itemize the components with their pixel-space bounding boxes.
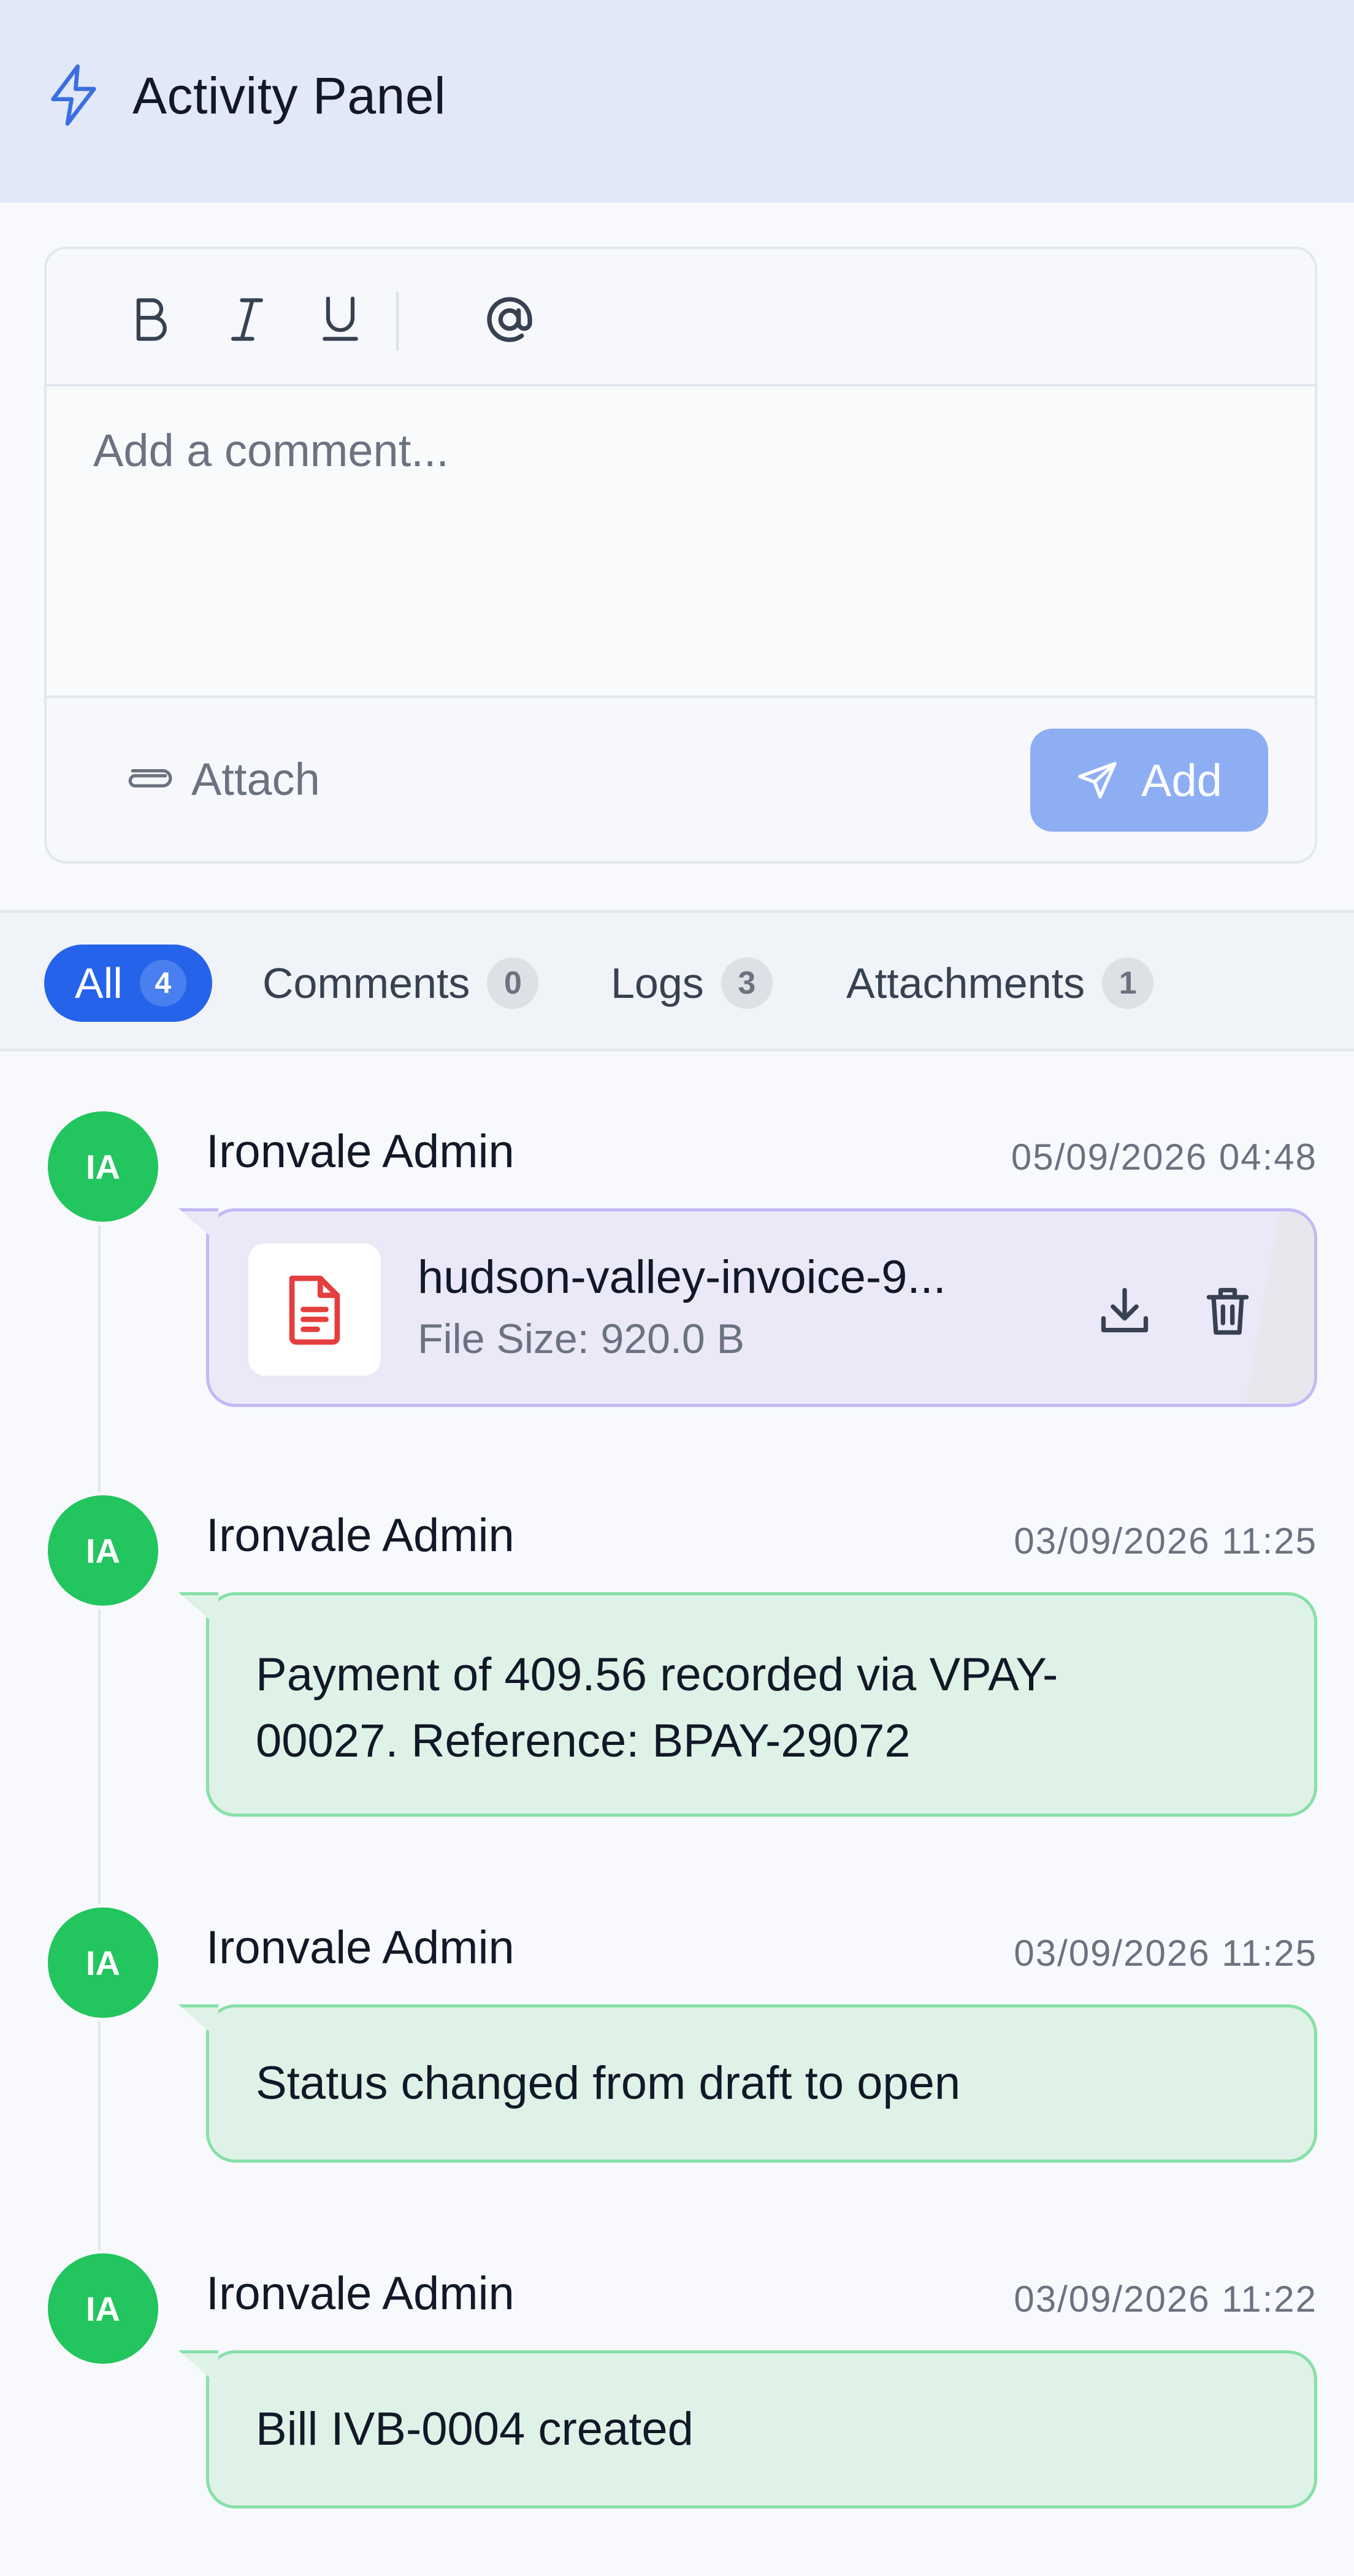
tab-label: Comments — [262, 959, 470, 1007]
delete-button[interactable] — [1194, 1278, 1261, 1345]
timestamp: 03/09/2026 11:25 — [1014, 1520, 1317, 1562]
timestamp: 03/09/2026 11:22 — [1014, 2279, 1317, 2320]
tab-all[interactable]: All 4 — [44, 945, 212, 1022]
avatar: IA — [44, 1492, 162, 1609]
avatar: IA — [44, 1108, 162, 1225]
tab-logs[interactable]: Logs 3 — [611, 945, 773, 1022]
tab-label: Attachments — [846, 959, 1085, 1007]
trash-icon — [1206, 1287, 1249, 1335]
download-icon — [1101, 1287, 1149, 1333]
author-name: Ironvale Admin — [206, 1125, 514, 1178]
bolt-icon — [51, 64, 96, 126]
timestamp: 05/09/2026 04:48 — [1011, 1137, 1317, 1178]
pdf-file-icon — [289, 1275, 340, 1345]
attach-button[interactable]: Attach — [123, 753, 320, 805]
editor-footer: Attach Add — [47, 698, 1315, 861]
log-text-line: Payment of 409.56 recorded via VPAY- — [256, 1649, 1058, 1701]
comment-placeholder: Add a comment... — [93, 425, 449, 476]
italic-icon — [231, 298, 264, 341]
author-name: Ironvale Admin — [206, 1509, 514, 1562]
tab-attachments[interactable]: Attachments 1 — [846, 945, 1154, 1022]
mention-button[interactable] — [476, 286, 543, 353]
comment-editor: Add a comment... Attach Add — [44, 247, 1317, 864]
log-text-line: 00027. Reference: BPAY-29072 — [256, 1715, 911, 1767]
add-label: Add — [1141, 754, 1222, 806]
author-name: Ironvale Admin — [206, 1922, 514, 1974]
paperclip-icon — [128, 769, 172, 788]
attachment-card: hudson-valley-invoice-9... File Size: 92… — [206, 1208, 1317, 1407]
log-text: Bill IVB-0004 created — [256, 2403, 694, 2455]
add-comment-button[interactable]: Add — [1030, 729, 1268, 832]
bold-button[interactable] — [115, 286, 183, 353]
file-size: File Size: 920.0 B — [418, 1316, 744, 1362]
author-name: Ironvale Admin — [206, 2267, 514, 2320]
panel-header: Activity Panel — [0, 0, 1354, 202]
tab-count: 4 — [139, 960, 186, 1006]
underline-button[interactable] — [307, 286, 374, 353]
file-name[interactable]: hudson-valley-invoice-9... — [418, 1247, 946, 1308]
log-message: Payment of 409.56 recorded via VPAY- 000… — [206, 1592, 1317, 1817]
avatar: IA — [44, 2250, 162, 2367]
timeline-line — [98, 1165, 101, 2318]
bold-icon — [136, 298, 167, 341]
italic-button[interactable] — [213, 286, 281, 353]
attach-label: Attach — [191, 754, 320, 805]
timestamp: 03/09/2026 11:25 — [1014, 1933, 1317, 1974]
log-message: Bill IVB-0004 created — [206, 2350, 1317, 2509]
download-button[interactable] — [1091, 1278, 1158, 1345]
file-thumbnail — [248, 1243, 381, 1376]
panel-title: Activity Panel — [132, 67, 446, 125]
underline-icon — [323, 296, 358, 341]
log-text: Status changed from draft to open — [256, 2057, 961, 2109]
toolbar-divider — [396, 292, 399, 351]
avatar: IA — [44, 1904, 162, 2022]
log-message: Status changed from draft to open — [206, 2004, 1317, 2163]
activity-tabs: All 4 Comments 0 Logs 3 Attachments 1 — [0, 910, 1354, 1051]
tab-count: 1 — [1102, 957, 1154, 1009]
tab-label: All — [75, 959, 123, 1007]
formatting-toolbar — [47, 249, 1315, 386]
tab-comments[interactable]: Comments 0 — [262, 945, 539, 1022]
comment-input[interactable]: Add a comment... — [47, 386, 1315, 698]
at-mention-icon — [487, 297, 532, 342]
tab-count: 0 — [487, 957, 539, 1009]
send-icon — [1078, 762, 1117, 799]
tab-count: 3 — [721, 957, 773, 1009]
tab-label: Logs — [611, 959, 704, 1007]
